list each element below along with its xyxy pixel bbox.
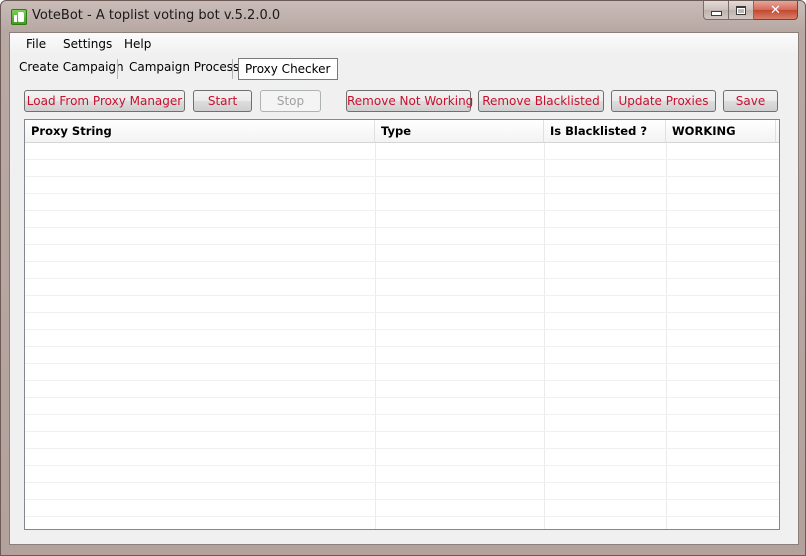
maximize-button[interactable]	[729, 1, 754, 20]
table-row	[25, 398, 779, 415]
title-bar[interactable]: VoteBot - A toplist voting bot v.5.2.0.0…	[1, 1, 805, 31]
remove-not-working-button[interactable]: Remove Not Working	[346, 90, 473, 112]
table-row	[25, 449, 779, 466]
tab-strip: Create Campaign Campaign Process Proxy C…	[10, 55, 798, 81]
table-row	[25, 466, 779, 483]
client-area: File Settings Help Create Campaign Campa…	[9, 32, 799, 545]
table-row	[25, 330, 779, 347]
update-proxies-button[interactable]: Update Proxies	[611, 90, 716, 112]
load-from-proxy-manager-button[interactable]: Load From Proxy Manager	[24, 90, 185, 112]
menu-bar: File Settings Help	[10, 33, 798, 55]
column-type[interactable]: Type	[375, 120, 544, 142]
table-row	[25, 279, 779, 296]
table-row	[25, 483, 779, 500]
column-working[interactable]: WORKING	[666, 120, 776, 142]
table-row	[25, 364, 779, 381]
tab-separator	[232, 59, 233, 79]
table-row	[25, 177, 779, 194]
close-button[interactable]: ✕	[754, 1, 798, 20]
proxy-grid[interactable]: Proxy String Type Is Blacklisted ? WORKI…	[24, 119, 780, 530]
table-row	[25, 160, 779, 177]
app-window: VoteBot - A toplist voting bot v.5.2.0.0…	[0, 0, 806, 556]
close-icon: ✕	[770, 2, 781, 18]
table-row	[25, 432, 779, 449]
menu-help[interactable]: Help	[124, 37, 151, 51]
tab-separator	[117, 59, 118, 79]
table-row	[25, 245, 779, 262]
table-row	[25, 228, 779, 245]
table-row	[25, 313, 779, 330]
table-row	[25, 381, 779, 398]
table-row	[25, 194, 779, 211]
minimize-button[interactable]	[703, 1, 729, 20]
start-button[interactable]: Start	[193, 90, 252, 112]
tab-create-campaign[interactable]: Create Campaign	[13, 57, 130, 79]
app-icon	[11, 9, 27, 25]
window-title: VoteBot - A toplist voting bot v.5.2.0.0	[32, 8, 281, 23]
remove-blacklisted-button[interactable]: Remove Blacklisted	[478, 90, 604, 112]
grid-header: Proxy String Type Is Blacklisted ? WORKI…	[25, 120, 779, 143]
window-controls: ✕	[703, 1, 798, 20]
grid-rows	[25, 143, 779, 529]
menu-file[interactable]: File	[26, 37, 46, 51]
table-row	[25, 143, 779, 160]
table-row	[25, 347, 779, 364]
menu-settings[interactable]: Settings	[63, 37, 112, 51]
save-button[interactable]: Save	[723, 90, 778, 112]
tab-proxy-checker[interactable]: Proxy Checker	[238, 58, 338, 80]
table-row	[25, 415, 779, 432]
table-row	[25, 211, 779, 228]
table-row	[25, 296, 779, 313]
maximize-icon	[736, 5, 746, 15]
column-proxy-string[interactable]: Proxy String	[25, 120, 375, 142]
table-row	[25, 262, 779, 279]
table-row	[25, 500, 779, 517]
column-is-blacklisted[interactable]: Is Blacklisted ?	[544, 120, 666, 142]
stop-button[interactable]: Stop	[260, 90, 321, 112]
minimize-icon	[710, 10, 722, 16]
tab-campaign-process[interactable]: Campaign Process	[123, 57, 245, 79]
